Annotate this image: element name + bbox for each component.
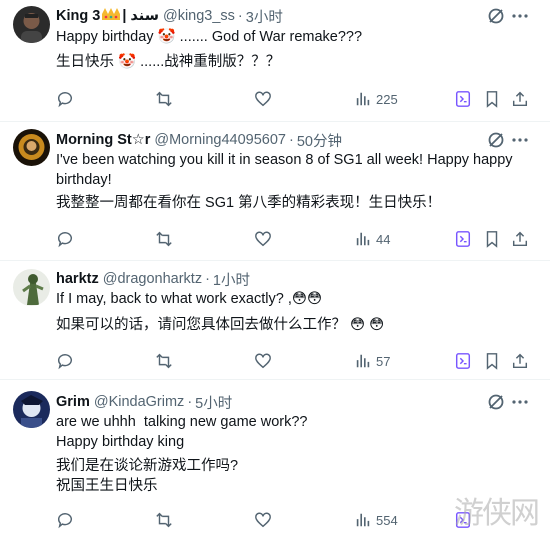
grok-explain-button[interactable]	[454, 229, 472, 249]
reply-icon	[57, 354, 72, 370]
tweet-text: I've been watching you kill it in season…	[56, 152, 517, 188]
bookmark-icon	[486, 353, 498, 370]
more-options-icon[interactable]	[510, 6, 530, 26]
reply-button[interactable]	[56, 510, 74, 530]
heart-icon	[255, 512, 271, 528]
watermark: 游侠网	[454, 496, 540, 531]
like-button[interactable]	[254, 510, 272, 530]
timestamp[interactable]: 3小时	[246, 6, 283, 27]
reply-icon	[57, 232, 72, 248]
grok-explain-icon	[455, 353, 471, 369]
retweet-button[interactable]	[155, 89, 173, 109]
timestamp[interactable]: 5小时	[195, 392, 232, 413]
retweet-button[interactable]	[155, 229, 173, 249]
share-button[interactable]	[511, 89, 529, 109]
views-count: 554	[376, 512, 398, 528]
bookmark-icon	[486, 231, 498, 248]
heart-icon	[255, 231, 271, 247]
tweet[interactable]: King 3 | سند @king3_ss · 3小时 Happy birth…	[0, 0, 550, 121]
like-button[interactable]	[254, 89, 272, 109]
retweet-icon	[156, 231, 172, 247]
grok-icon[interactable]	[486, 392, 506, 412]
reply-button[interactable]	[56, 229, 74, 249]
views-button[interactable]: 44	[354, 229, 390, 249]
more-options-icon[interactable]	[510, 392, 530, 412]
handle[interactable]: @king3_ss	[163, 8, 235, 24]
separator: ·	[187, 394, 193, 410]
tweet-text: are we uhhh talking new game work?? Happ…	[56, 414, 308, 450]
more-options-icon[interactable]	[510, 130, 530, 150]
tweet[interactable]: harktz @dragonharktz · 1小时 If I may, bac…	[0, 261, 550, 379]
analytics-icon	[356, 354, 370, 368]
bookmark-button[interactable]	[483, 351, 501, 371]
analytics-icon	[356, 513, 370, 527]
tweet-translation: 我整整一周都在看你在 SG1 第八季的精彩表现！生日快乐！	[56, 195, 442, 211]
retweet-button[interactable]	[155, 351, 173, 371]
reply-button[interactable]	[56, 351, 74, 371]
like-button[interactable]	[254, 351, 272, 371]
retweet-button[interactable]	[155, 510, 173, 530]
reply-icon	[57, 92, 72, 108]
timestamp[interactable]: 1小时	[213, 269, 250, 290]
tweet[interactable]: Morning St☆r @Morning44095607 · 50分钟 I'v…	[0, 122, 550, 260]
separator: ·	[237, 8, 243, 24]
grok-explain-button[interactable]	[454, 89, 472, 109]
bookmark-button[interactable]	[483, 89, 501, 109]
views-count: 225	[376, 91, 398, 107]
views-count: 44	[376, 231, 391, 247]
views-button[interactable]: 225	[354, 89, 398, 109]
analytics-icon	[356, 92, 370, 106]
retweet-icon	[156, 512, 172, 528]
display-name[interactable]: King 3	[56, 8, 100, 24]
share-icon	[512, 91, 528, 107]
crown-icon	[101, 7, 121, 25]
display-name[interactable]: Morning St☆r	[56, 132, 150, 148]
bookmark-button[interactable]	[483, 229, 501, 249]
views-count: 57	[376, 353, 391, 369]
grok-explain-button[interactable]	[454, 351, 472, 371]
retweet-icon	[156, 353, 172, 369]
avatar[interactable]	[13, 129, 50, 166]
views-button[interactable]: 57	[354, 351, 390, 371]
grok-icon[interactable]	[486, 130, 506, 150]
retweet-icon	[156, 91, 172, 107]
display-name-suffix: | سند	[122, 8, 159, 24]
grok-explain-icon	[455, 91, 471, 107]
display-name[interactable]: Grim	[56, 394, 90, 410]
separator: ·	[288, 132, 294, 148]
reply-button[interactable]	[56, 89, 74, 109]
heart-icon	[255, 353, 271, 369]
grok-explain-icon	[455, 231, 471, 247]
tweet-translation: 如果可以的话，请问您具体回去做什么工作？ 😳 😳	[56, 317, 385, 333]
handle[interactable]: @KindaGrimz	[94, 394, 184, 410]
views-button[interactable]: 554	[354, 510, 398, 530]
like-button[interactable]	[254, 229, 272, 249]
avatar[interactable]	[13, 6, 50, 43]
tweet-translation: 生日快乐 🤡 ......战神重制版？？？	[56, 54, 281, 70]
share-icon	[512, 231, 528, 247]
separator: ·	[205, 271, 210, 287]
avatar[interactable]	[13, 391, 50, 428]
analytics-icon	[356, 232, 370, 246]
tweet-text: Happy birthday 🤡 ....... God of War rema…	[56, 29, 363, 45]
share-button[interactable]	[511, 229, 529, 249]
display-name[interactable]: harktz	[56, 271, 99, 287]
handle[interactable]: @Morning44095607	[154, 132, 286, 148]
grok-icon[interactable]	[486, 6, 506, 26]
tweet-text: If I may, back to what work exactly? ,😳😳	[56, 291, 323, 307]
heart-icon	[255, 91, 271, 107]
timestamp[interactable]: 50分钟	[297, 130, 342, 151]
reply-icon	[57, 513, 72, 529]
share-button[interactable]	[511, 351, 529, 371]
bookmark-icon	[486, 91, 498, 108]
avatar[interactable]	[13, 269, 50, 306]
handle[interactable]: @dragonharktz	[103, 271, 202, 287]
share-icon	[512, 353, 528, 369]
